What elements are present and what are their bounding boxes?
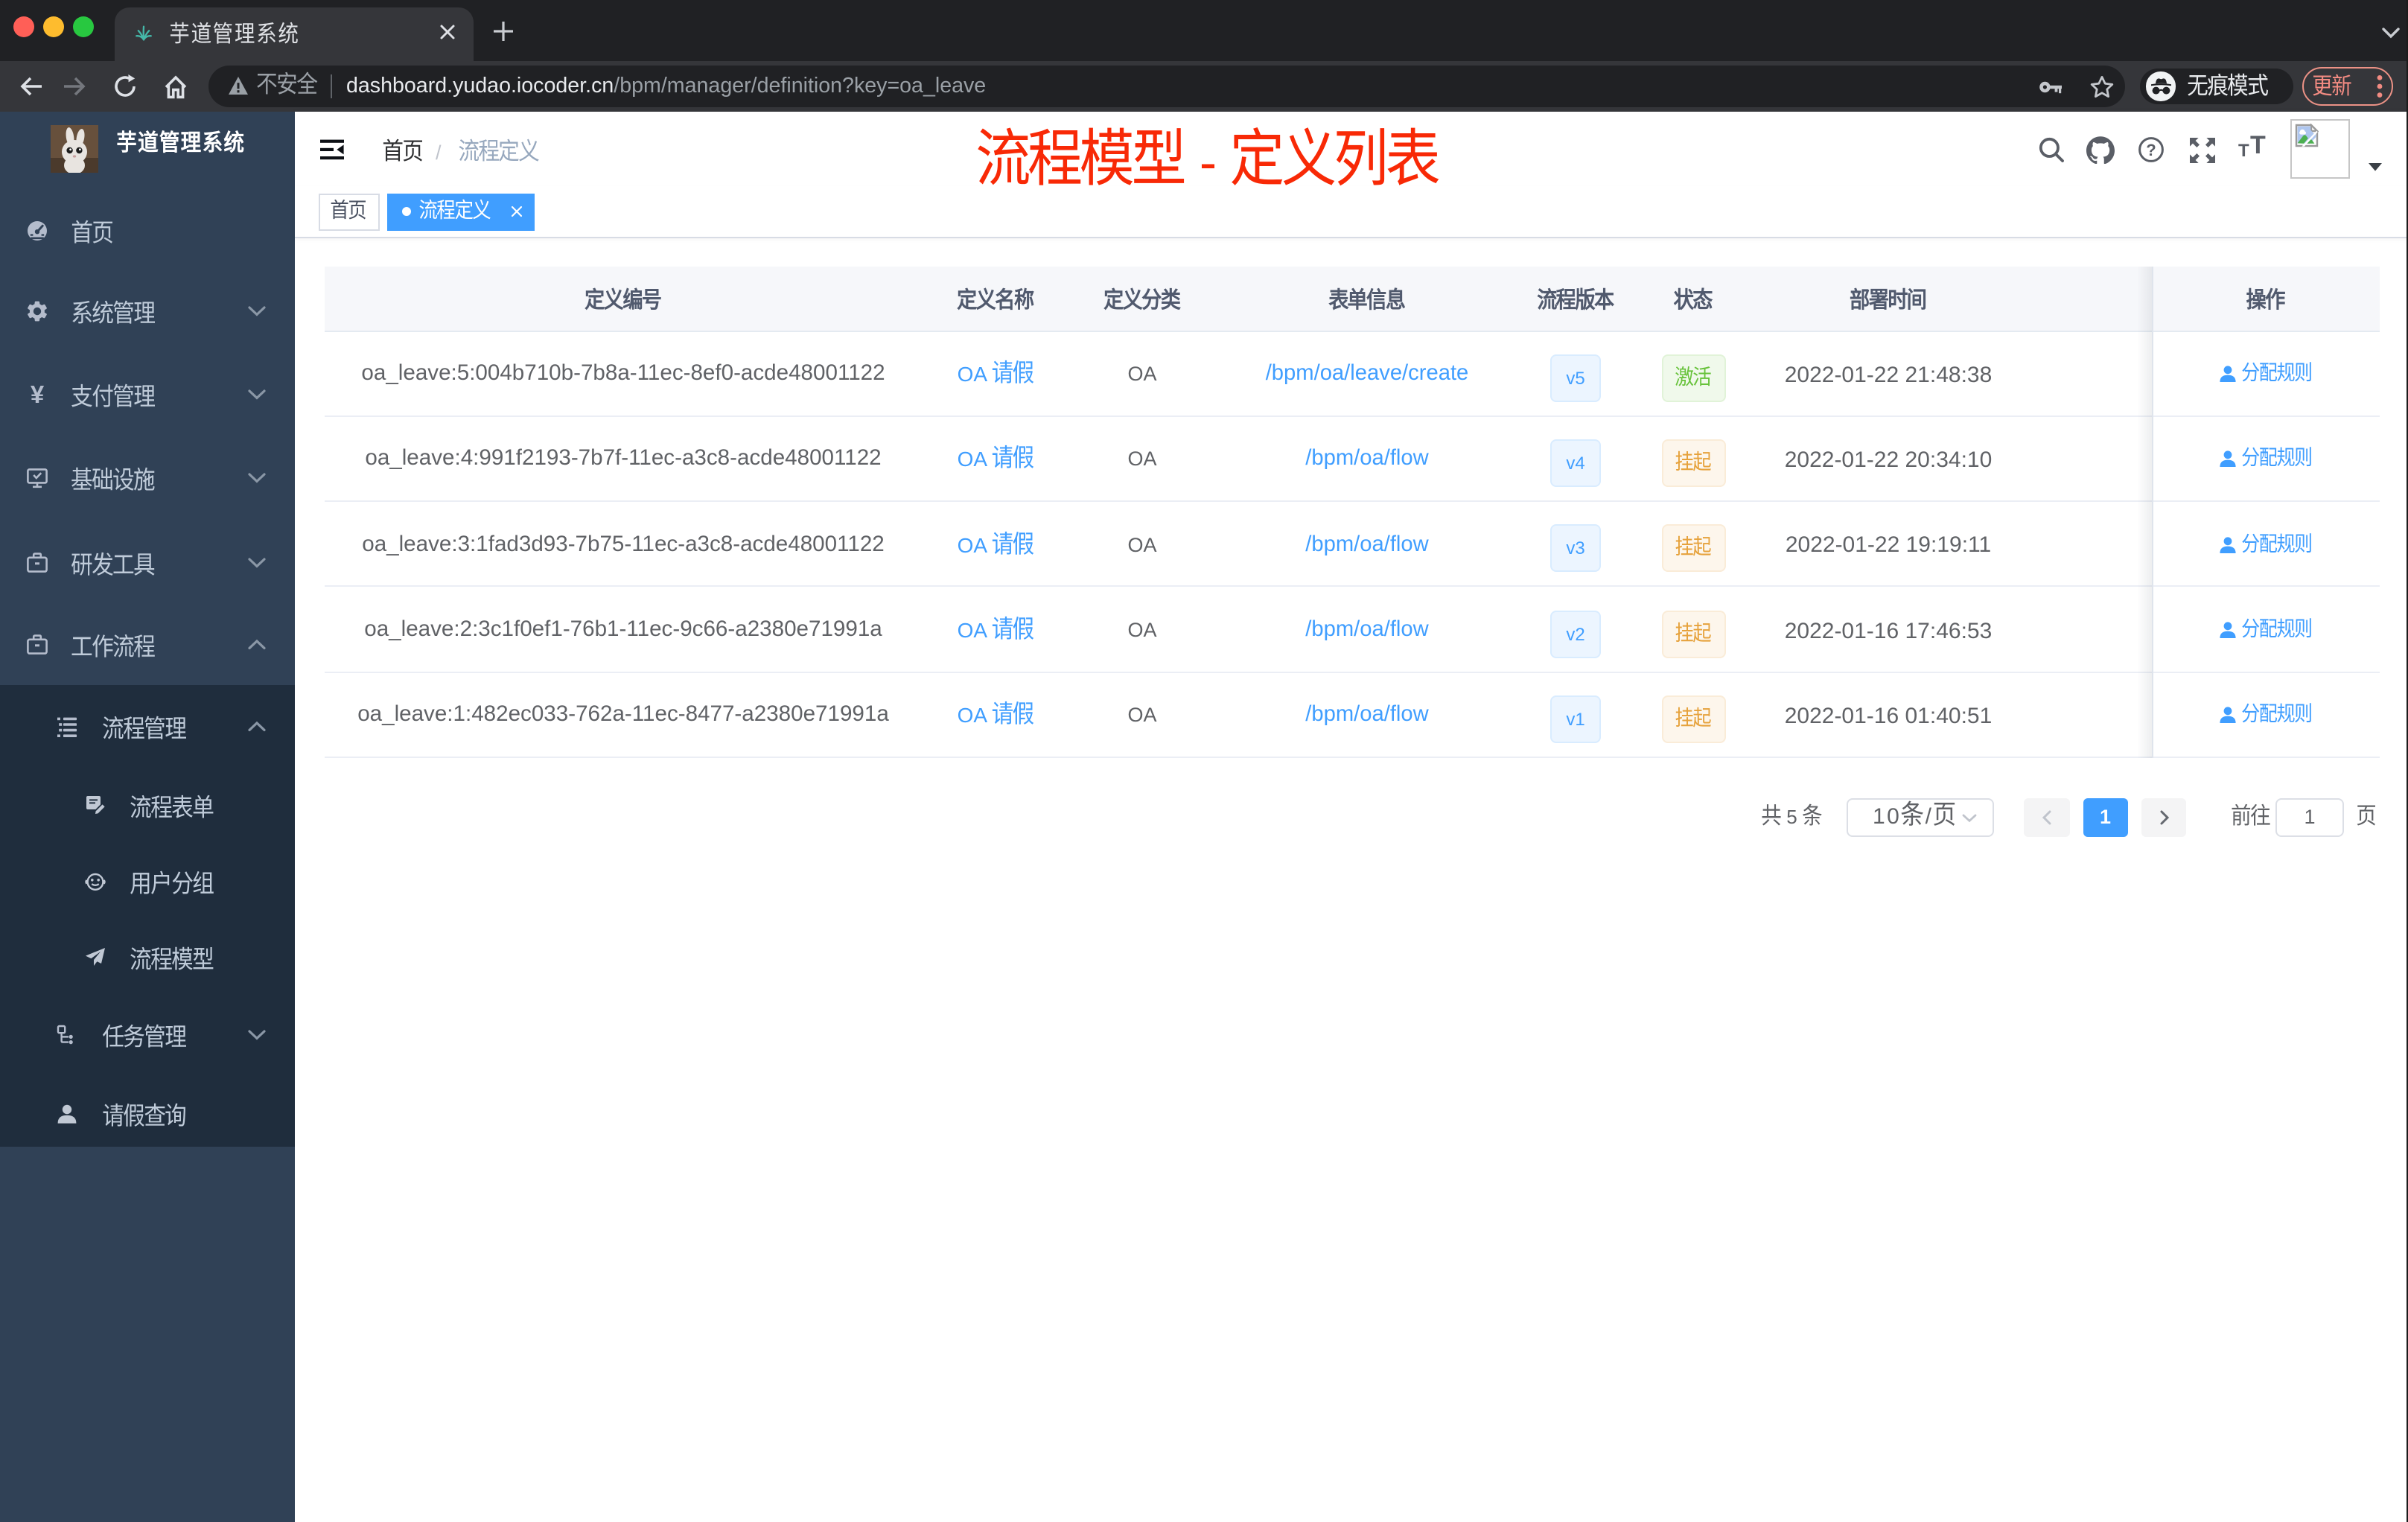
svg-text:¥: ¥ bbox=[31, 384, 45, 405]
svg-text:?: ? bbox=[2146, 141, 2156, 159]
